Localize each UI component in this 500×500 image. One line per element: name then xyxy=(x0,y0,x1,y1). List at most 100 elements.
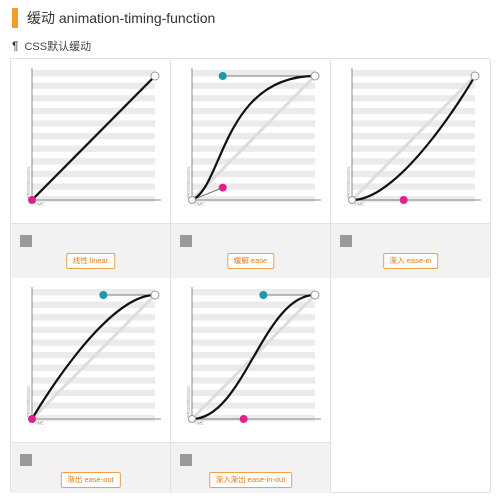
background-stripe xyxy=(192,289,315,296)
background-stripe xyxy=(32,183,155,190)
background-stripe xyxy=(32,326,155,334)
background-stripe xyxy=(192,415,315,422)
background-stripe xyxy=(32,82,155,89)
x-axis-label: TIME xyxy=(354,202,364,207)
title-accent-bar xyxy=(12,8,18,28)
end-point-marker xyxy=(310,71,320,81)
easing-card-ease-in-out: PROGRESSION TIME 渐入渐出 ease-in-out xyxy=(171,278,331,493)
background-stripe xyxy=(352,170,475,178)
play-button-ease-in-out[interactable]: 渐入渐出 ease-in-out xyxy=(208,472,293,488)
background-stripe xyxy=(32,402,155,409)
start-point-marker xyxy=(348,196,356,204)
background-stripe xyxy=(192,107,315,115)
background-stripe xyxy=(32,301,155,308)
background-stripe xyxy=(352,145,475,152)
easing-card-ease-in: PROGRESSION TIME 渐入 ease-in xyxy=(331,59,491,278)
background-stripe xyxy=(32,70,155,77)
easing-card-ease-out: PROGRESSION TIME 渐出 ease-out xyxy=(11,278,171,493)
background-stripe xyxy=(32,196,155,203)
play-button-ease-out[interactable]: 渐出 ease-out xyxy=(60,472,121,488)
curve-plot-svg: PROGRESSIONTIME xyxy=(346,68,481,207)
x-axis-label: TIME xyxy=(34,202,44,207)
curve-plot: PROGRESSION TIME xyxy=(171,59,330,223)
curve-plot-svg: PROGRESSIONTIME xyxy=(186,287,321,426)
start-control-handle xyxy=(28,196,36,204)
preview-square xyxy=(340,235,352,247)
end-point-marker xyxy=(150,290,160,300)
y-axis-label: PROGRESSION xyxy=(346,167,351,198)
section-title: CSS默认缓动 xyxy=(24,41,92,53)
background-stripe xyxy=(32,170,155,178)
card-controls: 渐入渐出 ease-in-out xyxy=(171,442,330,493)
play-button-ease[interactable]: 缓解 ease xyxy=(226,253,275,269)
y-axis-label: PROGRESSION xyxy=(26,386,31,417)
card-controls: 渐出 ease-out xyxy=(11,442,170,493)
y-axis-label: PROGRESSION xyxy=(186,386,191,417)
background-stripe xyxy=(192,120,315,127)
background-stripe xyxy=(192,70,315,77)
play-button-linear[interactable]: 线性 linear xyxy=(65,253,116,269)
background-stripe xyxy=(352,82,475,89)
empty-cell xyxy=(331,278,491,493)
start-control-handle xyxy=(399,196,408,204)
end-control-handle xyxy=(99,291,108,299)
play-button-ease-in[interactable]: 渐入 ease-in xyxy=(382,253,439,269)
background-stripe xyxy=(192,377,315,384)
start-point-marker xyxy=(188,196,196,204)
curve-plot: PROGRESSION TIME xyxy=(11,59,170,223)
background-stripe xyxy=(192,158,315,165)
curve-plot-svg: PROGRESSIONTIME xyxy=(26,287,161,426)
start-control-handle xyxy=(218,183,227,192)
x-axis-label: TIME xyxy=(34,421,44,426)
easing-card-ease: PROGRESSION TIME 缓解 ease xyxy=(171,59,331,278)
background-stripe xyxy=(352,70,475,77)
start-point-marker xyxy=(188,415,196,423)
start-control-handle xyxy=(239,415,248,423)
background-stripe xyxy=(352,196,475,203)
background-stripe xyxy=(32,377,155,384)
background-stripe xyxy=(192,326,315,334)
curve-plot: PROGRESSION TIME xyxy=(11,278,170,442)
start-control-handle xyxy=(28,415,36,423)
background-stripe xyxy=(192,82,315,89)
preview-square xyxy=(180,454,192,466)
x-axis-label: TIME xyxy=(194,421,204,426)
background-stripe xyxy=(32,339,155,346)
y-axis-label: PROGRESSION xyxy=(26,167,31,198)
curve-plot: PROGRESSION TIME xyxy=(171,278,330,442)
card-controls: 缓解 ease xyxy=(171,223,330,278)
easing-grid: PROGRESSION TIME 线性 linear PROGRESSION TIM… xyxy=(10,58,491,493)
background-stripe xyxy=(192,364,315,371)
background-stripe xyxy=(32,107,155,115)
background-stripe xyxy=(192,301,315,308)
background-stripe xyxy=(32,158,155,165)
curve-plot: PROGRESSION TIME xyxy=(331,59,490,223)
background-stripe xyxy=(192,145,315,152)
background-stripe xyxy=(192,196,315,203)
curve-plot-svg: PROGRESSIONTIME xyxy=(26,68,161,207)
preview-square xyxy=(180,235,192,247)
curve-plot-svg: PROGRESSIONTIME xyxy=(186,68,321,207)
pilcrow-icon: ¶ xyxy=(12,39,19,53)
background-stripe xyxy=(32,289,155,296)
end-control-handle xyxy=(259,291,268,299)
end-point-marker xyxy=(470,71,480,81)
end-point-marker xyxy=(150,71,160,81)
easing-card-linear: PROGRESSION TIME 线性 linear xyxy=(11,59,171,278)
background-stripe xyxy=(32,364,155,371)
preview-square xyxy=(20,235,32,247)
page-title: 缓动 animation-timing-function xyxy=(27,10,216,26)
background-stripe xyxy=(352,183,475,190)
end-control-handle xyxy=(218,72,227,80)
card-controls: 渐入 ease-in xyxy=(331,223,490,278)
section-heading: ¶ CSS默认缓动 xyxy=(12,38,91,54)
background-stripe xyxy=(192,389,315,397)
background-stripe xyxy=(192,183,315,190)
page-header: 缓动 animation-timing-function xyxy=(12,8,215,28)
background-stripe xyxy=(352,107,475,115)
preview-square xyxy=(20,454,32,466)
background-stripe xyxy=(192,402,315,409)
background-stripe xyxy=(32,120,155,127)
card-controls: 线性 linear xyxy=(11,223,170,278)
background-stripe xyxy=(32,145,155,152)
